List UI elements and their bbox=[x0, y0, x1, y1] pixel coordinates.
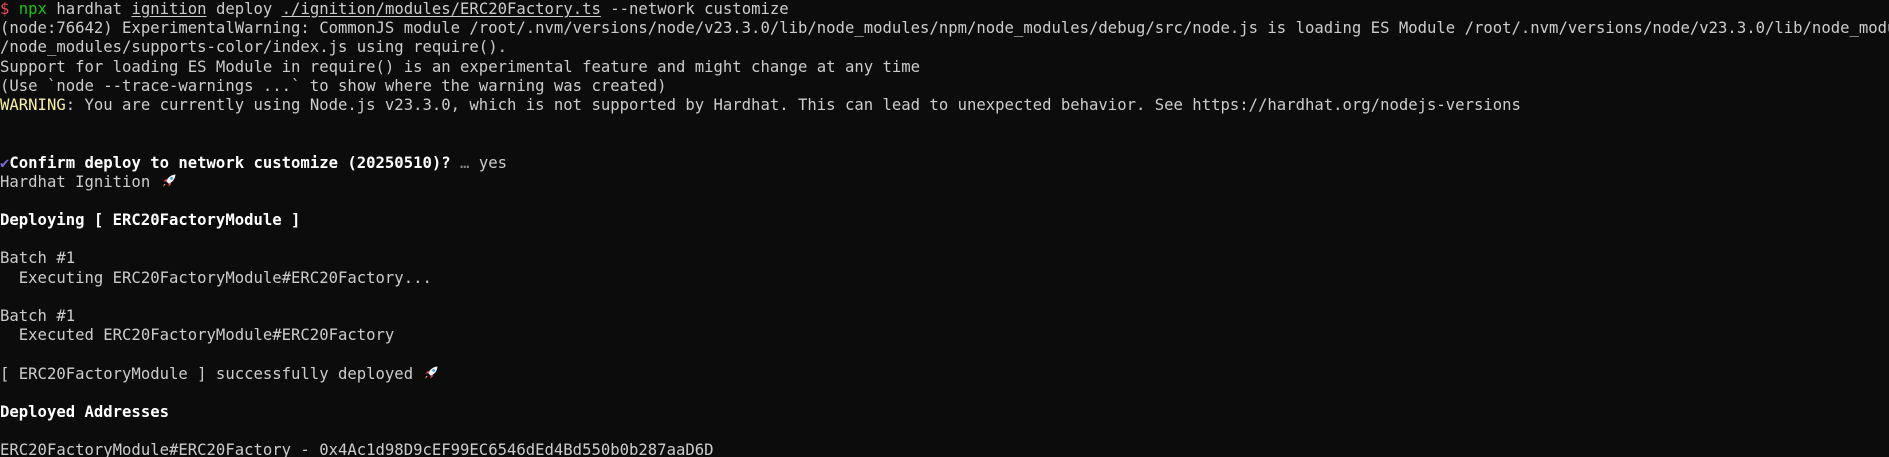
batch-executed-line: Executed ERC20FactoryModule#ERC20Factory bbox=[0, 326, 395, 345]
warning-text: : You are currently using Node.js v23.3.… bbox=[65, 95, 1521, 114]
ignition-title-line: Hardhat Ignition bbox=[0, 173, 1889, 192]
batch-executing-line: Executing ERC20FactoryModule#ERC20Factor… bbox=[0, 268, 432, 287]
check-icon: ✔ bbox=[0, 153, 10, 172]
command-args-deploy: deploy bbox=[206, 0, 282, 18]
warning-line-1: (node:76642) ExperimentalWarning: Common… bbox=[0, 19, 1889, 38]
prompt-symbol: $ bbox=[0, 0, 10, 18]
command-args: hardhat bbox=[46, 0, 132, 18]
batch-title: Batch #1 bbox=[0, 307, 76, 325]
warning-line-4: (Use `node --trace-warnings ...` to show… bbox=[0, 76, 667, 95]
rocket-icon bbox=[162, 174, 176, 187]
rocket-icon bbox=[425, 366, 438, 379]
confirm-answer: yes bbox=[478, 153, 507, 172]
batch-title: Batch #1 bbox=[0, 249, 76, 268]
addresses-title: Deployed Addresses bbox=[0, 402, 169, 421]
success-line: [ ERC20FactoryModule ] successfully depl… bbox=[0, 365, 1889, 384]
command-ignition: ignition bbox=[131, 0, 207, 18]
confirm-line: ✔Confirm deploy to network customize (20… bbox=[0, 154, 1889, 173]
deployed-address-line[interactable]: ERC20FactoryModule#ERC20Factory - 0x4Ac1… bbox=[0, 441, 1889, 457]
command-args-network: --network customize bbox=[600, 0, 789, 18]
deploying-line: Deploying [ ERC20FactoryModule ] bbox=[0, 211, 301, 230]
confirm-ellipsis: … bbox=[450, 153, 479, 172]
warning-line-2: /node_modules/supports-color/index.js us… bbox=[0, 38, 507, 57]
warning-line-3: Support for loading ES Module in require… bbox=[0, 57, 921, 76]
hardhat-warning-line: WARNING: You are currently using Node.js… bbox=[0, 96, 1889, 115]
command-program: npx bbox=[18, 0, 47, 18]
warning-label: WARNING bbox=[0, 95, 66, 114]
command-path: ./ignition/modules/ERC20Factory.ts bbox=[281, 0, 601, 18]
terminal-window[interactable]: $ npx hardhat ignition deploy ./ignition… bbox=[0, 0, 1889, 457]
success-text: [ ERC20FactoryModule ] successfully depl… bbox=[0, 364, 423, 383]
confirm-question: Confirm deploy to network customize (202… bbox=[9, 153, 451, 172]
ignition-title: Hardhat Ignition bbox=[0, 172, 160, 191]
command-line: $ npx hardhat ignition deploy ./ignition… bbox=[0, 0, 1889, 19]
